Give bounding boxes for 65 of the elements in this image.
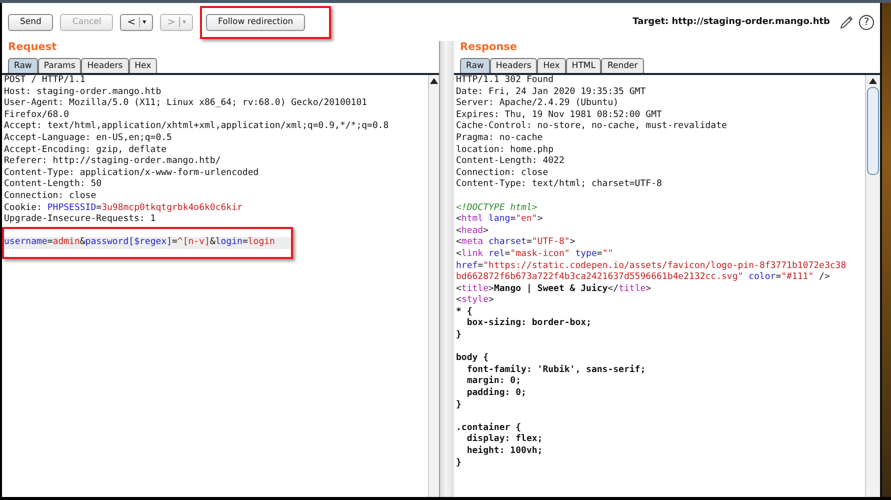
scroll-up-icon[interactable] (430, 78, 438, 84)
code-line: Expires: Thu, 19 Nov 1981 08:52:00 GMT (455, 110, 663, 121)
code-line: Upgrade-Insecure-Requests: 1 (3, 214, 157, 226)
scrollbar-thumb[interactable] (867, 87, 879, 175)
code-line: } (455, 330, 462, 342)
code-line: Content-Length: 4022 (455, 156, 566, 168)
code-line: display: flex; (466, 434, 544, 446)
code-line: <meta charset="UTF-8"> (455, 237, 576, 249)
tab[interactable]: Render (601, 58, 644, 73)
code-line: height: 100vh; (466, 446, 544, 458)
code-line: body { (455, 353, 490, 364)
scrollbar[interactable] (865, 75, 880, 497)
code-line: font-family: 'Rubik', sans-serif; (466, 364, 647, 376)
code-line: href="https://static.codepen.io/assets/favicon/logo-pin-8f3771b1072e3c38 (455, 260, 848, 272)
tab[interactable]: Params (38, 58, 82, 73)
code-line: margin: 0; (466, 376, 522, 388)
code-line: HTTP/1.1 302 Found (455, 75, 555, 87)
code-line: * { (455, 306, 474, 318)
toolbar-button[interactable]: Send (8, 14, 54, 30)
code-line: Cache-Control: no-store, no-cache, must-revalidate (455, 121, 728, 133)
code-line: Connection: close (455, 168, 550, 179)
tab[interactable]: Hex (128, 58, 158, 73)
tab[interactable]: Headers (490, 58, 538, 73)
tab[interactable]: Raw (460, 58, 490, 73)
code-line: Accept-Language: en-US,en;q=0.5 (3, 132, 173, 145)
code-line: } (455, 400, 462, 412)
code-line: padding: 0; (466, 388, 528, 400)
code-line: Content-Type: application/x-www-form-urlencoded (3, 168, 260, 179)
code-line: Referer: http://staging-order.mango.htb/ (3, 156, 222, 168)
code-line: <style> (455, 295, 495, 307)
help-button[interactable]: ? (859, 14, 874, 30)
code-line: Content-Type: text/html; charset=UTF-8 (455, 179, 663, 191)
code-line: <head> (455, 226, 489, 238)
code-line: Server: Apache/2.4.29 (Ubuntu) (455, 98, 620, 110)
code-line: Accept: text/html,application/xhtml+xml,application/xml;q=0.9,*/*;q=0.8 (3, 121, 390, 133)
code-line: Firefox/68.0 (3, 110, 70, 121)
pencil-icon[interactable] (839, 14, 854, 30)
code-line: bd662872f6b673a722f4b3ca2421637d5596661b4e2132cc.svg" color="#111" /> (455, 272, 831, 284)
code-line: .container { (455, 422, 522, 434)
tab[interactable]: HTML (566, 58, 602, 73)
code-line: <link rel="mask-icon" type="" (455, 248, 614, 260)
code-line: Content-Length: 50 (3, 179, 103, 191)
code-line: User-Agent: Mozilla/5.0 (X11; Linux x86_64; rv:68.0) Gecko/20100101 (3, 98, 368, 110)
pane-title: Request (7, 41, 58, 55)
code-line: Date: Fri, 24 Jan 2020 19:35:35 GMT (455, 86, 647, 98)
code-line: <html lang="en"> (455, 214, 544, 226)
code-line: Host: staging-order.mango.htb (3, 86, 162, 98)
code-line: <title>Mango | Sweet & Juicy</title> (455, 284, 652, 295)
code-line: <!DOCTYPE html> (455, 202, 538, 214)
code-line: location: home.php (455, 144, 555, 156)
code-line: Pragma: no-cache (455, 132, 544, 145)
scroll-up-icon[interactable] (869, 78, 877, 84)
tab[interactable]: Raw (8, 58, 38, 73)
tab[interactable]: Headers (81, 58, 129, 73)
toolbar-button[interactable]: Follow redirection (206, 14, 306, 30)
code-line: Connection: close (3, 190, 98, 203)
scrollbar[interactable] (428, 75, 439, 497)
code-line: Cookie: PHPSESSID=3u98mcp0tkqtgrbk4o6k0c6kir (3, 202, 244, 214)
pane-title: Response (459, 41, 518, 55)
tab[interactable]: Hex (537, 58, 566, 73)
code-line: } (455, 458, 462, 470)
code-line: Accept-Encoding: gzip, deflate (3, 144, 168, 156)
code-line: POST / HTTP/1.1 (3, 75, 86, 87)
code-line: box-sizing: border-box; (466, 318, 592, 330)
target-url: Target: http://staging-order.mango.htb (632, 17, 830, 27)
